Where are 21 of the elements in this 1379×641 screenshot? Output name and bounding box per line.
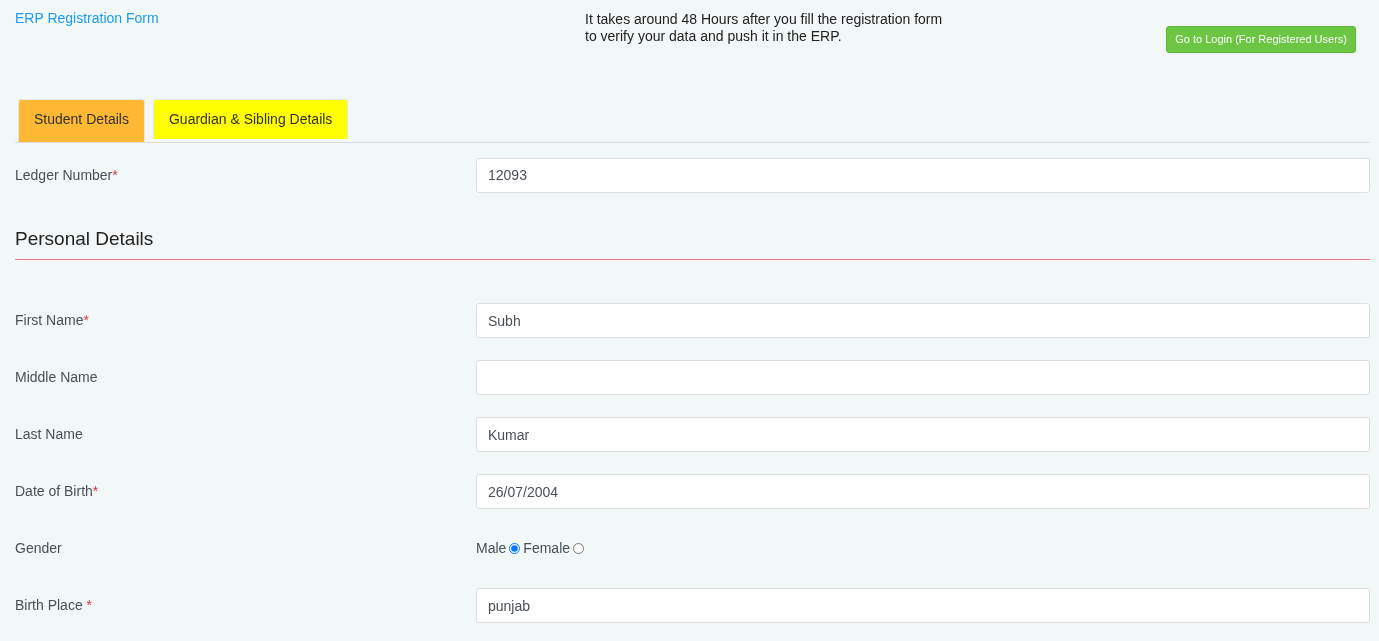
- option-label: Male: [476, 539, 507, 559]
- field-label: Birth Place *: [15, 596, 94, 616]
- tab[interactable]: Student Details: [18, 98, 145, 142]
- radio-button[interactable]: [573, 543, 585, 555]
- field-label: Gender: [15, 539, 63, 559]
- field-label: First Name*: [15, 311, 90, 331]
- notice-text: It takes around 48 Hours after you fill the registration form to verify your data and push it in the ERP.: [585, 10, 944, 45]
- text-field[interactable]: 12093: [476, 157, 1370, 193]
- field-label: Last Name: [15, 425, 84, 445]
- section-heading: Personal Details: [15, 227, 155, 251]
- field-label: Ledger Number*: [15, 165, 119, 185]
- text-field[interactable]: punjab: [476, 588, 1370, 624]
- text-field[interactable]: 26/07/2004: [476, 474, 1370, 510]
- text-field[interactable]: [476, 360, 1370, 396]
- field-label: Date of Birth*: [15, 482, 100, 502]
- text-field[interactable]: Kumar: [476, 417, 1370, 453]
- radio-button[interactable]: [509, 543, 521, 555]
- tab[interactable]: Guardian & Sibling Details: [152, 98, 349, 139]
- text-field[interactable]: Subh: [476, 303, 1370, 339]
- field-label: Middle Name: [15, 368, 99, 388]
- option-label: Female: [523, 539, 571, 559]
